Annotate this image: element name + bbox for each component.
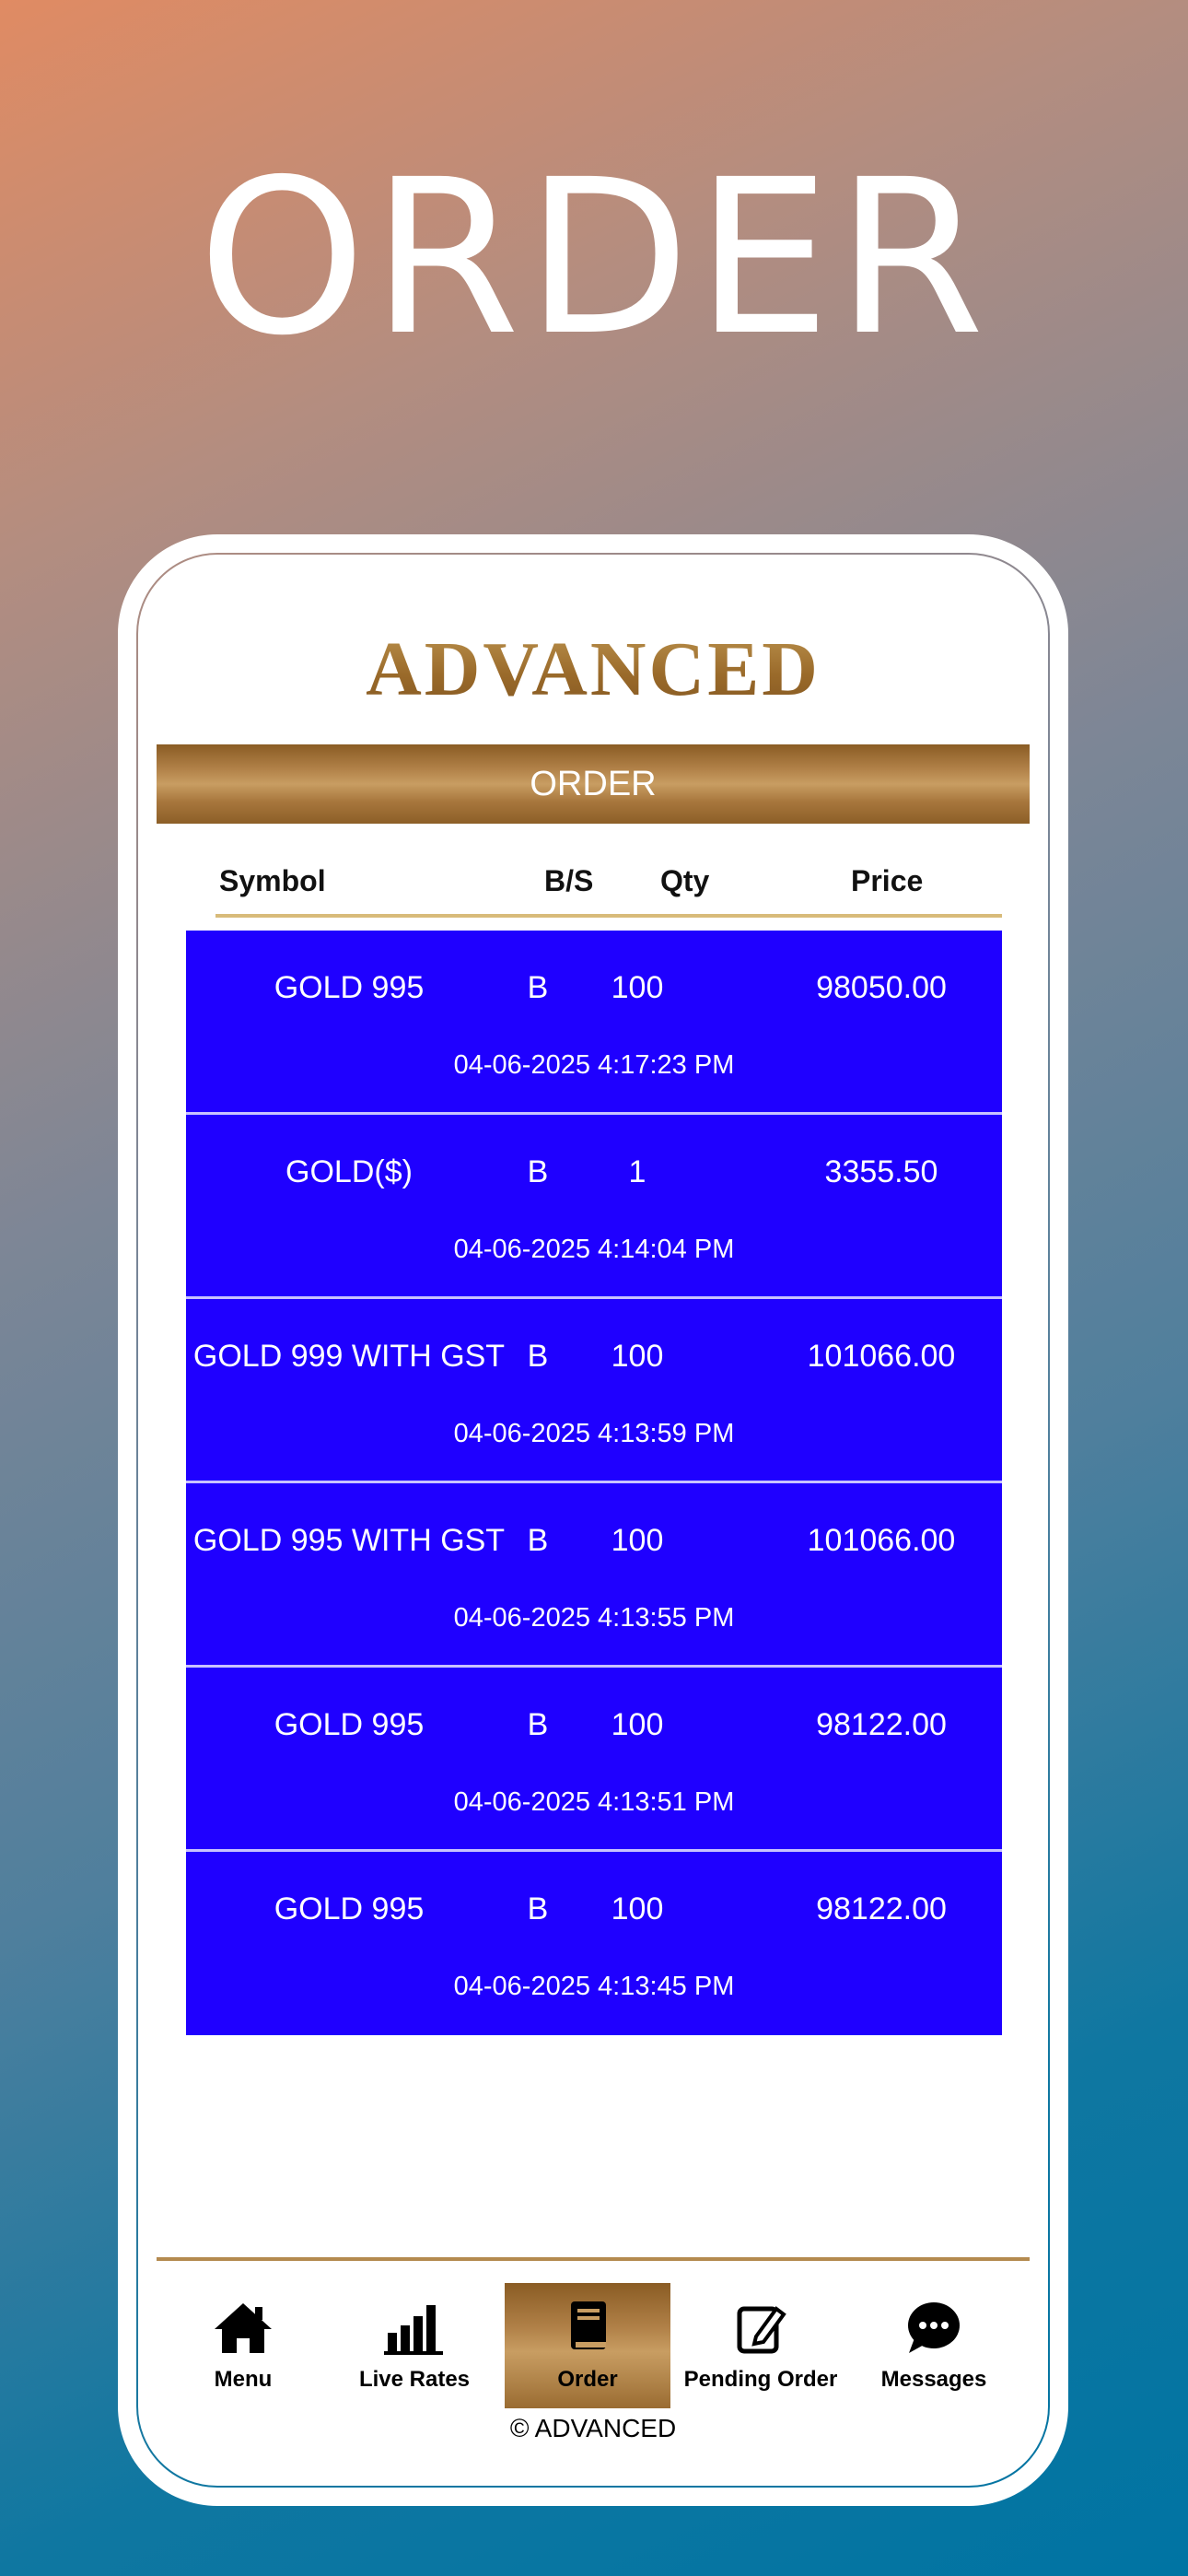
order-buy-sell: B [527, 1339, 549, 1374]
order-row[interactable]: GOLD 995 B 100 98050.00 04-06-2025 4:17:… [186, 931, 1002, 1115]
order-symbol: GOLD 995 [274, 1707, 425, 1742]
nav-label-pending-order: Pending Order [683, 2367, 838, 2392]
app-screen: ADVANCED ORDER Symbol B/S Qty Price GOLD… [157, 573, 1030, 2467]
order-price: 98122.00 [816, 1891, 947, 1926]
order-datetime: 04-06-2025 4:13:51 PM [453, 1787, 735, 1817]
nav-item-order[interactable]: Order [505, 2283, 670, 2408]
nav-label-order: Order [557, 2367, 618, 2392]
header-qty: Qty [660, 864, 710, 897]
order-price: 101066.00 [807, 1523, 956, 1558]
order-buy-sell: B [527, 970, 549, 1005]
nav-label-live-rates: Live Rates [358, 2367, 471, 2392]
order-row[interactable]: GOLD 999 WITH GST B 100 101066.00 04-06-… [186, 1299, 1002, 1483]
table-header: Symbol B/S Qty Price [215, 851, 1002, 918]
order-price: 3355.50 [824, 1154, 938, 1189]
order-price: 98122.00 [816, 1707, 947, 1742]
order-buy-sell: B [527, 1523, 549, 1558]
book-icon [571, 2301, 606, 2349]
order-buy-sell: B [527, 1707, 549, 1742]
header-buy-sell: B/S [544, 864, 594, 897]
order-datetime: 04-06-2025 4:17:23 PM [453, 1050, 735, 1080]
order-qty: 100 [611, 1523, 664, 1558]
nav-item-live-rates[interactable]: Live Rates [332, 2283, 497, 2408]
home-icon [215, 2303, 272, 2353]
order-price: 101066.00 [807, 1339, 956, 1374]
nav-item-messages[interactable]: Messages [851, 2283, 1017, 2408]
phone-screen-frame: ADVANCED ORDER Symbol B/S Qty Price GOLD… [138, 555, 1048, 2486]
order-qty: 1 [628, 1154, 646, 1189]
order-qty: 100 [611, 1707, 664, 1742]
nav-label-messages: Messages [880, 2367, 987, 2392]
order-symbol: GOLD 999 WITH GST [192, 1339, 506, 1374]
header-symbol: Symbol [219, 864, 326, 897]
nav-item-pending-order[interactable]: Pending Order [678, 2283, 844, 2408]
order-list: GOLD 995 B 100 98050.00 04-06-2025 4:17:… [186, 931, 1002, 2035]
order-price: 98050.00 [816, 970, 947, 1005]
hero-title: ORDER [197, 134, 991, 382]
edit-icon [737, 2306, 786, 2354]
bottom-nav: Menu Live Rates Order Pending Order Mess… [157, 2261, 1030, 2408]
order-symbol: GOLD($) [285, 1154, 413, 1189]
nav-item-menu[interactable]: Menu [160, 2283, 326, 2408]
order-row[interactable]: GOLD 995 B 100 98122.00 04-06-2025 4:13:… [186, 1668, 1002, 1852]
order-buy-sell: B [527, 1154, 549, 1189]
order-qty: 100 [611, 970, 664, 1005]
order-row[interactable]: GOLD 995 WITH GST B 100 101066.00 04-06-… [186, 1483, 1002, 1668]
order-row[interactable]: GOLD 995 B 100 98122.00 04-06-2025 4:13:… [186, 1852, 1002, 2035]
order-qty: 100 [611, 1891, 664, 1926]
bar-chart-icon [384, 2305, 443, 2355]
order-datetime: 04-06-2025 4:14:04 PM [453, 1235, 735, 1264]
footer-copyright: © ADVANCED [509, 2414, 677, 2442]
order-symbol: GOLD 995 [274, 970, 425, 1005]
nav-label-menu: Menu [214, 2367, 273, 2392]
order-symbol: GOLD 995 [274, 1891, 425, 1926]
header-price: Price [851, 864, 924, 897]
order-qty: 100 [611, 1339, 664, 1374]
order-datetime: 04-06-2025 4:13:45 PM [453, 1972, 735, 2001]
order-symbol: GOLD 995 WITH GST [192, 1523, 506, 1558]
page-title-bar: ORDER [157, 744, 1030, 824]
order-row[interactable]: GOLD($) B 1 3355.50 04-06-2025 4:14:04 P… [186, 1115, 1002, 1299]
order-datetime: 04-06-2025 4:13:55 PM [453, 1603, 735, 1633]
order-datetime: 04-06-2025 4:13:59 PM [453, 1419, 735, 1448]
brand-logo: ADVANCED [157, 619, 1030, 720]
order-buy-sell: B [527, 1891, 549, 1926]
chat-bubble-icon [908, 2302, 960, 2353]
